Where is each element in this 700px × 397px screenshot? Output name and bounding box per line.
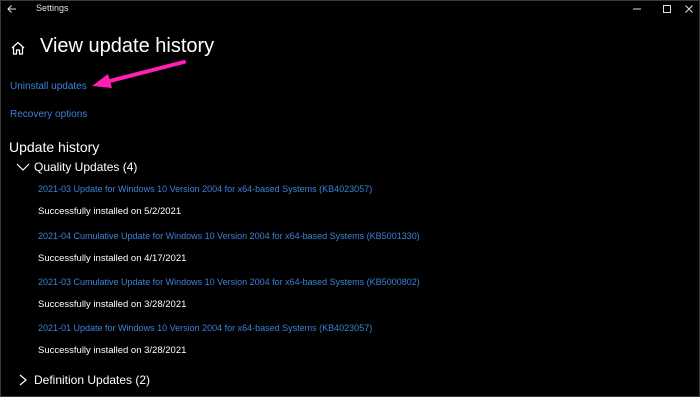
update-status: Successfully installed on 5/2/2021: [38, 206, 182, 217]
definition-updates-label: Definition Updates (2): [34, 373, 151, 387]
recovery-options-link[interactable]: Recovery options: [10, 109, 87, 120]
list-item: 2021-04 Cumulative Update for Windows 10…: [38, 231, 420, 264]
minimize-icon: [633, 8, 641, 10]
list-item: 2021-03 Cumulative Update for Windows 10…: [38, 277, 420, 310]
home-icon: [11, 41, 25, 55]
title-bar: Settings: [0, 0, 700, 18]
update-status: Successfully installed on 3/28/2021: [38, 345, 187, 356]
list-item: 2021-03 Update for Windows 10 Version 20…: [38, 184, 372, 217]
list-item: 2021-01 Update for Windows 10 Version 20…: [38, 323, 372, 356]
chevron-down-icon: [16, 161, 30, 173]
annotation-arrow: [92, 60, 186, 88]
update-status: Successfully installed on 4/17/2021: [38, 253, 187, 264]
back-arrow-icon: [7, 5, 16, 13]
update-status: Successfully installed on 3/28/2021: [38, 299, 187, 310]
quality-updates-label: Quality Updates (4): [34, 160, 138, 174]
minimize-button[interactable]: [622, 0, 652, 18]
update-link[interactable]: 2021-01 Update for Windows 10 Version 20…: [38, 323, 372, 333]
definition-updates-toggle[interactable]: Definition Updates (2): [16, 373, 150, 387]
update-link[interactable]: 2021-03 Cumulative Update for Windows 10…: [38, 277, 420, 287]
chevron-right-icon: [16, 374, 30, 386]
quality-updates-toggle[interactable]: Quality Updates (4): [16, 160, 137, 174]
home-button[interactable]: [6, 36, 30, 60]
page-title: View update history: [40, 35, 215, 57]
update-link[interactable]: 2021-03 Update for Windows 10 Version 20…: [38, 184, 372, 194]
close-button[interactable]: [674, 0, 700, 18]
close-icon: [685, 5, 693, 13]
update-link[interactable]: 2021-04 Cumulative Update for Windows 10…: [38, 231, 420, 241]
back-button[interactable]: [4, 1, 20, 17]
app-title: Settings: [36, 3, 69, 13]
update-history-heading: Update history: [9, 139, 100, 155]
uninstall-updates-link[interactable]: Uninstall updates: [10, 81, 87, 92]
maximize-icon: [663, 5, 671, 13]
